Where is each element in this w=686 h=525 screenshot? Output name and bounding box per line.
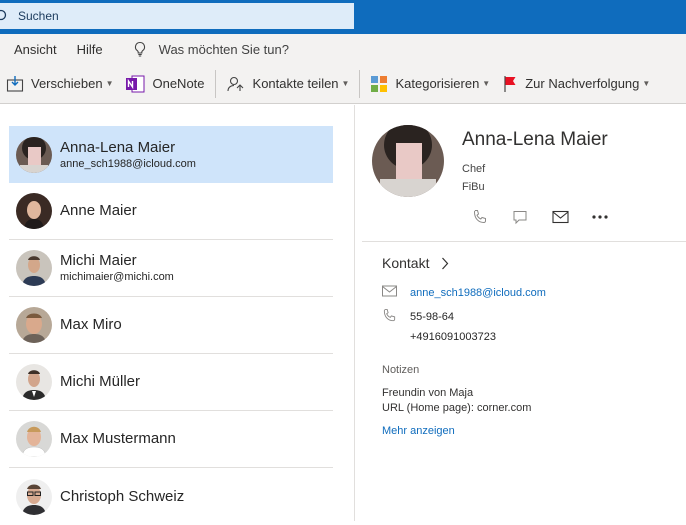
phone-icon	[473, 210, 486, 224]
chevron-down-icon: ▼	[482, 79, 491, 88]
note-text: URL (Home page): corner.com	[382, 402, 532, 414]
ribbon-toolbar: Verschieben ▼ OneNote Kontakte teilen ▼ …	[0, 64, 686, 104]
nachverfolgung-label: Zur Nachverfolgung	[525, 76, 640, 91]
onenote-button[interactable]: OneNote	[119, 69, 210, 99]
mail-icon	[382, 285, 397, 297]
search-box[interactable]: Suchen	[0, 3, 354, 29]
contact-name: Anne Maier	[60, 202, 137, 219]
nachverfolgung-button[interactable]: Zur Nachverfolgung ▼	[496, 69, 656, 99]
contact-name: Christoph Schweiz	[60, 487, 185, 505]
chat-button[interactable]	[500, 207, 540, 227]
kontakte-teilen-button[interactable]: Kontakte teilen ▼	[220, 69, 356, 99]
chevron-down-icon: ▼	[341, 79, 350, 88]
more-icon	[592, 215, 608, 219]
tell-me-box[interactable]: Was möchten Sie tun?	[133, 41, 289, 57]
contact-detail-pane: Anna-Lena Maier Chef FiBu Kontakt anne_s…	[356, 105, 686, 521]
flag-icon	[504, 75, 516, 92]
contact-row-anne-maier[interactable]: Anne Maier	[9, 183, 333, 240]
verschieben-label: Verschieben	[31, 76, 103, 91]
contact-row-michi-maier[interactable]: Michi Maier michimaier@michi.com	[9, 240, 333, 297]
kategorisieren-button[interactable]: Kategorisieren ▼	[364, 69, 496, 99]
contact-name: Michi Maier	[60, 252, 137, 269]
verschieben-button[interactable]: Verschieben ▼	[0, 69, 119, 99]
avatar	[16, 136, 52, 173]
chevron-right-icon	[442, 257, 449, 269]
more-actions-button[interactable]	[580, 207, 620, 227]
contact-department: FiBu	[462, 181, 485, 193]
divider	[362, 241, 686, 242]
share-contact-icon	[226, 76, 243, 91]
contact-name: Anna-Lena Maier	[60, 138, 176, 156]
phone-value[interactable]: 55-98-64	[410, 311, 454, 323]
title-bar: Suchen	[0, 0, 686, 34]
contact-row-michi-mueller[interactable]: Michi Müller	[9, 354, 333, 411]
avatar	[16, 250, 52, 286]
chevron-down-icon: ▼	[105, 79, 114, 88]
contact-job-title: Chef	[462, 163, 486, 175]
categorize-icon	[371, 75, 388, 92]
avatar	[16, 421, 52, 457]
call-button[interactable]	[460, 207, 500, 227]
contact-row-christoph-schweiz[interactable]: Christoph Schweiz	[9, 468, 333, 525]
contact-name: Max Miro	[60, 316, 122, 333]
email-row: anne_sch1988@icloud.com	[382, 285, 546, 300]
phone-row-2: +4916091003723	[382, 331, 496, 343]
avatar	[16, 307, 52, 343]
onenote-icon	[126, 75, 145, 92]
show-more-link[interactable]: Mehr anzeigen	[382, 425, 455, 437]
lightbulb-icon	[134, 41, 145, 57]
menu-ansicht[interactable]: Ansicht	[14, 42, 57, 57]
kategorisieren-label: Kategorisieren	[395, 76, 480, 91]
contact-row-max-miro[interactable]: Max Miro	[9, 297, 333, 354]
contact-email: michimaier@michi.com	[60, 271, 174, 283]
search-input[interactable]: Suchen	[18, 9, 59, 23]
chevron-down-icon: ▼	[642, 79, 651, 88]
avatar	[16, 364, 52, 400]
avatar	[16, 193, 52, 229]
kontakt-section-header[interactable]: Kontakt	[382, 255, 449, 271]
menu-bar: Ansicht Hilfe Was möchten Sie tun?	[0, 34, 686, 64]
contact-name: Michi Müller	[60, 373, 141, 390]
contact-row-anna-lena-maier[interactable]: Anna-Lena Maier anne_sch1988@icloud.com	[9, 126, 333, 183]
contact-name: Max Mustermann	[60, 430, 176, 447]
email-link[interactable]: anne_sch1988@icloud.com	[410, 287, 546, 299]
search-icon	[0, 9, 7, 21]
contact-row-max-mustermann[interactable]: Max Mustermann	[9, 411, 333, 468]
toolbar-divider	[214, 69, 216, 98]
contact-detail-name: Anna-Lena Maier	[462, 129, 608, 150]
chat-icon	[513, 211, 527, 225]
phone-row: 55-98-64	[382, 308, 454, 326]
menu-hilfe[interactable]: Hilfe	[77, 42, 103, 57]
notes-label: Notizen	[382, 364, 420, 376]
toolbar-divider	[359, 69, 361, 98]
kontakt-label: Kontakt	[382, 255, 430, 271]
kontakte-teilen-label: Kontakte teilen	[252, 76, 339, 91]
onenote-label: OneNote	[152, 76, 205, 91]
phone-value[interactable]: +4916091003723	[410, 331, 496, 343]
mail-icon	[551, 210, 569, 224]
avatar	[16, 478, 52, 515]
move-icon	[6, 75, 24, 92]
contact-actions	[460, 207, 620, 227]
contact-photo	[372, 125, 444, 197]
contact-list: Anna-Lena Maier anne_sch1988@icloud.com …	[0, 105, 355, 521]
phone-icon	[383, 308, 396, 322]
tell-me-text: Was möchten Sie tun?	[158, 41, 289, 57]
note-text: Freundin von Maja	[382, 387, 474, 399]
email-button[interactable]	[540, 207, 580, 227]
contact-email: anne_sch1988@icloud.com	[60, 157, 196, 170]
